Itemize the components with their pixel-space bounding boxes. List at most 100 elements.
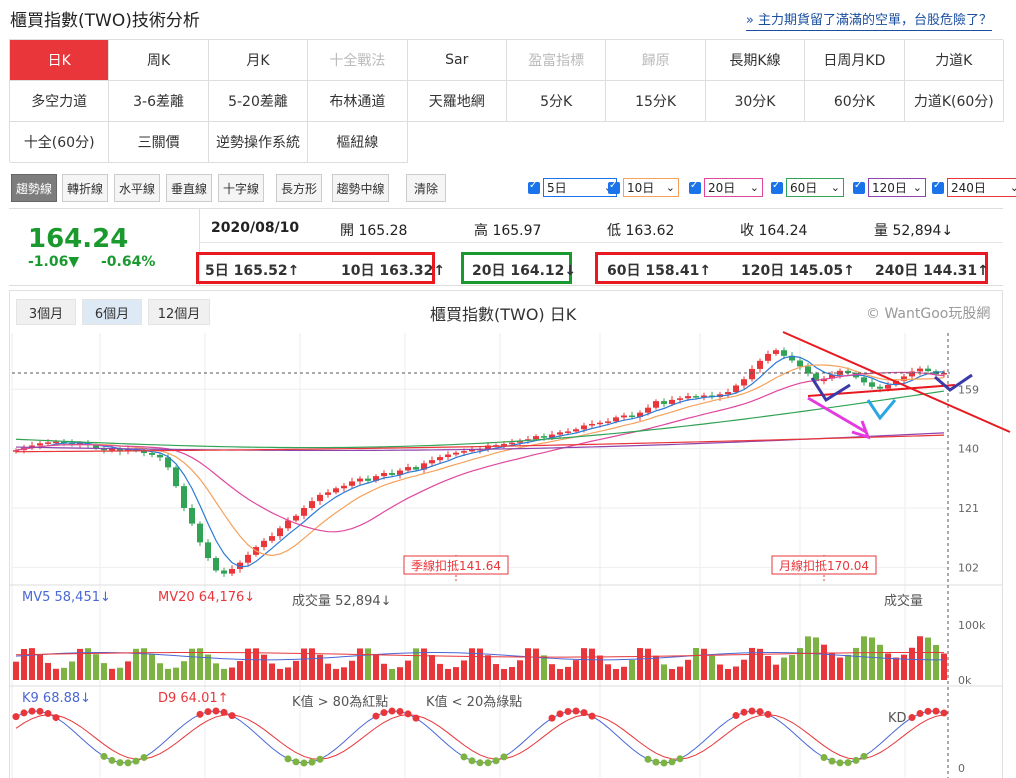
volume-bar (533, 648, 539, 680)
kd-red-dot (932, 707, 940, 715)
volume-bar (653, 655, 659, 680)
kd-red-dot (404, 710, 412, 718)
kd-green-dot (476, 759, 484, 767)
candle-body (277, 528, 283, 537)
candle-body (301, 508, 307, 516)
kd-red-dot (12, 713, 20, 721)
candle-body (357, 478, 363, 482)
candle-body (693, 396, 699, 398)
kd-red-dot (20, 709, 28, 717)
candle-body (677, 398, 683, 400)
volume-bar (445, 668, 451, 680)
candle-body (629, 415, 635, 418)
volume-bar (349, 660, 355, 680)
volume-bar (293, 660, 299, 680)
y-tick-label: 159 (958, 383, 979, 396)
volume-bar (341, 667, 347, 680)
volume-bar (261, 654, 267, 680)
kd-red-dot (556, 710, 564, 718)
volume-bar (941, 653, 947, 680)
candle-body (325, 492, 331, 495)
candle-body (53, 441, 59, 444)
candle-body (293, 515, 299, 521)
month-deduct-marker: 月線扣抵170.04 (779, 558, 869, 573)
volume-bar (13, 661, 19, 680)
candle-body (413, 467, 419, 470)
candle-body (429, 460, 435, 464)
volume-bar (501, 668, 507, 680)
candle-body (773, 350, 779, 354)
y-tick-label: 100k (958, 619, 986, 632)
volume-bar (829, 653, 835, 680)
kd-green-dot (836, 759, 844, 767)
y-tick-label: 102 (958, 561, 979, 574)
kd-green-dot (300, 759, 308, 767)
volume-bar (421, 648, 427, 680)
volume-bar (429, 655, 435, 680)
kd-green-dot (308, 758, 316, 766)
kd-red-dot (212, 707, 220, 715)
kd-green-dot (100, 752, 108, 760)
kd-red-dot (52, 714, 60, 722)
volume-bar (885, 653, 891, 680)
volume-bar (21, 648, 27, 680)
k9-label: K9 68.88↓ (22, 691, 92, 706)
candle-body (613, 417, 619, 422)
kd-red-dot (228, 712, 236, 720)
candle-body (453, 452, 459, 455)
candle-body (389, 473, 395, 475)
volume-bar (117, 667, 123, 680)
candle-body (269, 536, 275, 541)
volume-bar (213, 663, 219, 680)
volume-bar (237, 661, 243, 680)
candle-body (621, 415, 627, 418)
volume-panel-label: 成交量 (884, 594, 924, 609)
candle-body (501, 443, 507, 446)
volume-bar (901, 654, 907, 680)
kd-green-dot (668, 758, 676, 766)
candle-body (917, 368, 923, 372)
kd-green-dot (292, 758, 300, 766)
volume-bar (149, 654, 155, 680)
candle-body (605, 421, 611, 423)
candle-body (741, 379, 747, 386)
chart-canvas: 102 121 140 159 季線扣抵141.64 月線扣抵170.04 100k 0k 0 (9, 331, 1011, 778)
kd-green-dot (660, 759, 668, 767)
volume-bar (365, 648, 371, 680)
kd-red-dot (732, 712, 740, 720)
volume-bar (157, 663, 163, 680)
volume-bar (845, 654, 851, 680)
volume-bar (597, 655, 603, 680)
volume-bar (181, 661, 187, 680)
volume-bar (229, 667, 235, 680)
volume-bar (189, 648, 195, 680)
volume-bar (109, 668, 115, 680)
volume-bar (61, 667, 67, 680)
kd-panel-label: KD (888, 711, 907, 726)
candle-body (437, 457, 443, 461)
volume-bar (125, 661, 131, 680)
quarter-deduct-marker: 季線扣抵141.64 (411, 558, 501, 573)
mv20-label: MV20 64,176↓ (158, 590, 256, 605)
volume-bar (93, 654, 99, 680)
volume-bar (621, 666, 627, 680)
volume-bar (605, 664, 611, 680)
volume-bar (741, 659, 747, 680)
candle-body (213, 558, 219, 571)
volume-bar (933, 644, 939, 680)
candle-body (685, 396, 691, 399)
kd-red-dot (756, 708, 764, 716)
volume-bar (397, 667, 403, 680)
volume-bar (917, 636, 923, 680)
volume-bar (645, 648, 651, 680)
volume-bar (805, 636, 811, 680)
volume-bar (373, 654, 379, 680)
kd-green-dot (844, 759, 852, 767)
candle-body (173, 467, 179, 487)
volume-bar (613, 668, 619, 680)
volume-bar (733, 666, 739, 680)
volume-bar (573, 660, 579, 680)
y-tick-label: 121 (958, 502, 979, 515)
y-tick-label: 140 (958, 443, 979, 456)
candle-body (541, 436, 547, 438)
